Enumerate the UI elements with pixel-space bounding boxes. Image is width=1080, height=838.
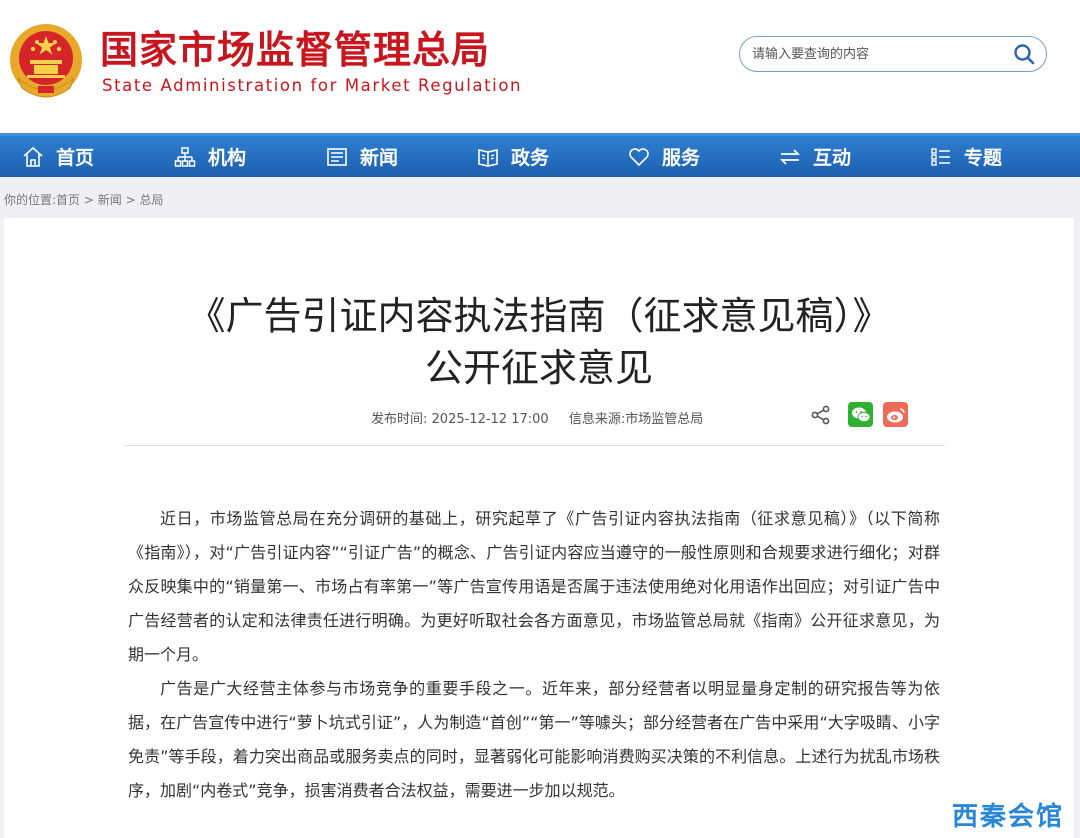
breadcrumb-separator: > [80,193,98,207]
nav-item-label: 专题 [964,147,1003,169]
news-icon [327,147,347,166]
publish-label: 发布时间: [371,412,428,427]
exchange-icon [779,148,801,165]
nav-item-service[interactable]: 服务 [628,136,700,177]
article-card: 《广告引证内容执法指南（征求意见稿）》 公开征求意见 发布时间: 2025-12… [4,218,1074,838]
source-label: 信息来源: [568,412,626,427]
nav-item-org[interactable]: 机构 [174,136,246,177]
wechat-icon [851,407,870,422]
nav-item-home[interactable]: 首页 [22,136,94,177]
breadcrumb-prefix: 你的位置: [4,193,57,207]
breadcrumb: 你的位置:首页 > 新闻 > 总局 [4,191,163,208]
nav-item-government[interactable]: 政务 [477,136,549,177]
nav-item-label: 机构 [208,147,247,169]
search-icon[interactable] [1012,42,1036,66]
nav-item-interaction[interactable]: 互动 [779,136,851,177]
org-chart-icon [174,146,196,167]
share-icon[interactable] [810,404,832,426]
site-header: 国家市场监督管理总局 State Administration for Mark… [0,0,1080,133]
article-title-line1: 《广告引证内容执法指南（征求意见稿）》 [187,294,891,338]
article-paragraph: 广告是广大经营主体参与市场竞争的重要手段之一。近年来，部分经营者以明显量身定制的… [128,679,940,800]
article-title-line2: 公开征求意见 [424,346,653,390]
article-body: 近日，市场监管总局在充分调研的基础上，研究起草了《广告引证内容执法指南（征求意见… [128,502,940,808]
nav-item-label: 互动 [813,147,852,169]
watermark-logo: 西秦会馆 [952,802,1065,832]
search-box [739,36,1047,72]
nav-item-label: 政务 [511,147,550,169]
wechat-share-button[interactable] [848,402,873,427]
publish-value: 2025-12-12 17:00 [431,412,549,427]
national-emblem-icon[interactable] [8,22,84,100]
title-divider [125,445,945,446]
weibo-icon [886,407,905,422]
breadcrumb-separator: > [121,193,140,207]
list-icon [931,147,950,166]
nav-item-label: 服务 [662,147,701,169]
home-icon [23,146,43,167]
breadcrumb-hq-link[interactable]: 总局 [139,193,163,207]
breadcrumb-home-link[interactable]: 首页 [56,193,80,207]
article-paragraph: 近日，市场监管总局在充分调研的基础上，研究起草了《广告引证内容执法指南（征求意见… [128,509,940,664]
book-icon [478,148,498,167]
nav-item-label: 首页 [56,147,95,169]
nav-item-news[interactable]: 新闻 [326,136,398,177]
article-meta: 发布时间: 2025-12-12 17:00 信息来源:市场监管总局 [371,408,719,427]
breadcrumb-news-link[interactable]: 新闻 [98,193,122,207]
nav-item-topics[interactable]: 专题 [930,136,1002,177]
site-title-en[interactable]: State Administration for Market Regulati… [102,76,522,96]
source-value: 市场监管总局 [625,412,704,427]
nav-item-label: 新闻 [360,147,399,169]
share-bar [810,402,908,427]
info-source: 信息来源:市场监管总局 [569,412,703,427]
main-nav: 首页 机构 新闻 政务 服务 互动 专题 [0,133,1080,177]
weibo-share-button[interactable] [883,402,908,427]
article-title: 《广告引证内容执法指南（征求意见稿）》 公开征求意见 [4,290,1074,394]
publish-time: 发布时间: 2025-12-12 17:00 [371,412,549,427]
site-title-cn[interactable]: 国家市场监督管理总局 [100,28,490,72]
heart-icon [629,147,649,166]
search-input[interactable] [752,43,1002,65]
